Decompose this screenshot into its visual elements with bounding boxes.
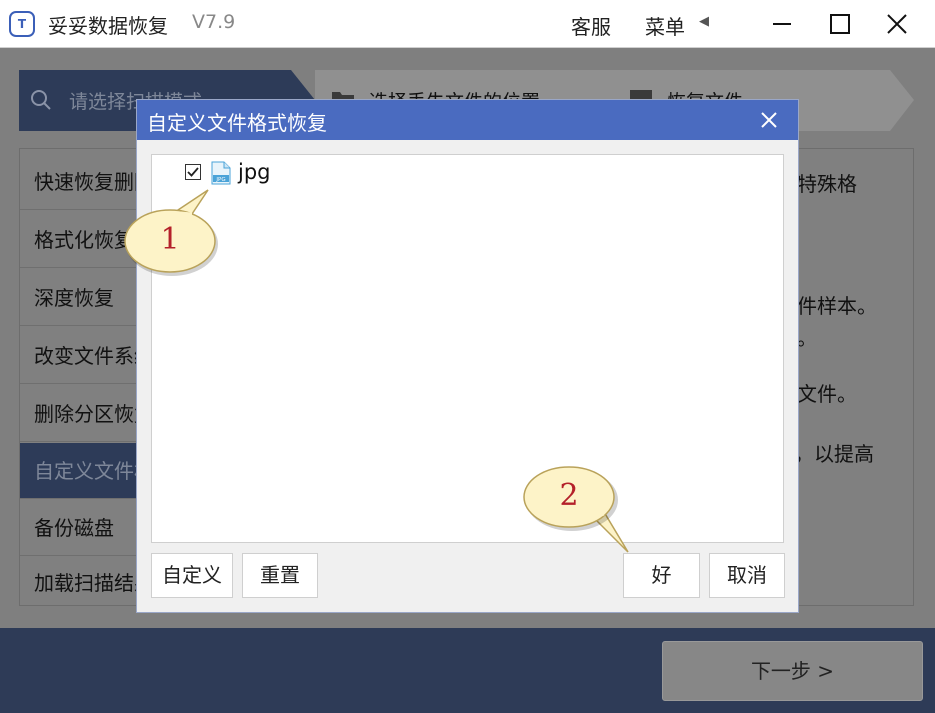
description-text: ，以提高 <box>794 442 874 466</box>
callout-2-number: 2 <box>559 478 579 513</box>
file-icon-text: JPG <box>215 177 225 183</box>
jpg-file-icon: JPG <box>211 161 231 185</box>
mode-item[interactable]: 加载扫描结果 <box>20 555 140 611</box>
menu-arrow-icon[interactable]: ◀ <box>699 14 709 29</box>
dialog-header: 自定义文件格式恢复 <box>137 100 798 140</box>
checkmark-icon <box>187 167 199 177</box>
callout-1-number: 1 <box>160 222 180 257</box>
format-checkbox[interactable] <box>185 164 201 180</box>
mode-item[interactable]: 删除分区恢复 <box>20 386 140 442</box>
app-version: V7.9 <box>192 11 236 33</box>
dialog-close-icon[interactable] <box>757 108 781 132</box>
ok-button[interactable]: 好 <box>623 553 700 598</box>
close-window-icon[interactable] <box>881 8 913 40</box>
description-text: 。 <box>797 326 817 350</box>
dialog-title: 自定义文件格式恢复 <box>147 111 327 135</box>
description-text: 特殊格 <box>797 172 857 196</box>
description-text: 件样本。 <box>797 294 877 318</box>
app-title: 妥妥数据恢复 <box>48 14 168 38</box>
mode-item[interactable]: 备份磁盘 <box>20 500 140 556</box>
cancel-button[interactable]: 取消 <box>709 553 785 598</box>
maximize-icon[interactable] <box>824 8 856 40</box>
custom-button[interactable]: 自定义 <box>151 553 233 598</box>
custom-format-dialog: 自定义文件格式恢复 JPG jpg 自定义 重置 好 取消 <box>136 99 799 613</box>
service-link[interactable]: 客服 <box>571 11 611 40</box>
format-list: JPG jpg <box>151 154 784 543</box>
title-bar: T 妥妥数据恢复 V7.9 客服 菜单 ◀ <box>0 0 935 48</box>
minimize-icon[interactable] <box>766 8 798 40</box>
next-step-button[interactable]: 下一步 > <box>662 641 923 701</box>
mode-item[interactable]: 改变文件系统恢复 <box>20 328 140 384</box>
reset-button[interactable]: 重置 <box>242 553 318 598</box>
search-icon <box>31 90 51 110</box>
format-label: jpg <box>238 160 271 184</box>
description-text: 文件。 <box>797 382 857 406</box>
menu-link[interactable]: 菜单 <box>645 11 685 40</box>
app-logo-icon: T <box>9 11 35 37</box>
mode-item-selected[interactable]: 自定义文件格式恢复 <box>20 443 140 499</box>
